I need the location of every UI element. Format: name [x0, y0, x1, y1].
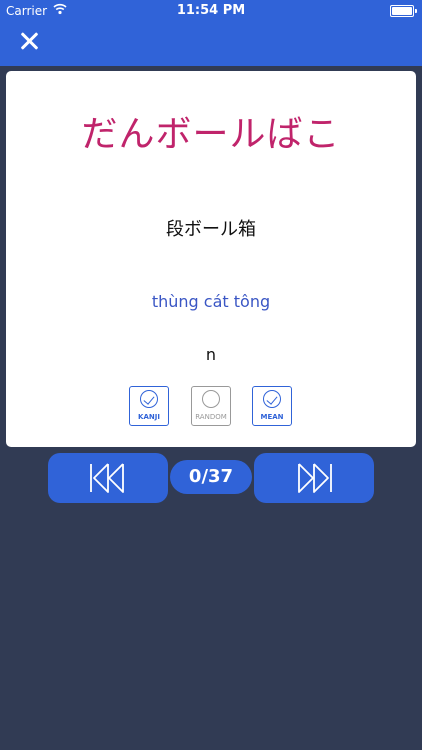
flashcard[interactable]: だんボールばこ 段ボール箱 thùng cát tông n KANJI RAN…	[6, 71, 416, 447]
close-icon[interactable]	[12, 24, 48, 60]
check-circle-icon	[140, 390, 158, 408]
card-counter: 0/37	[170, 460, 252, 494]
mean-toggle[interactable]: MEAN	[252, 386, 292, 426]
kanji-toggle[interactable]: KANJI	[129, 386, 169, 426]
previous-button[interactable]	[48, 453, 168, 503]
battery-icon	[390, 5, 417, 17]
check-circle-icon	[263, 390, 281, 408]
empty-circle-icon	[202, 390, 220, 408]
word-kanji: 段ボール箱	[166, 219, 256, 240]
word-meaning: thùng cát tông	[151, 292, 271, 311]
random-toggle-label: RANDOM	[195, 413, 227, 421]
clock: 11:54 PM	[176, 3, 246, 18]
mean-toggle-label: MEAN	[260, 413, 284, 421]
word-type: n	[205, 345, 217, 364]
kanji-toggle-label: KANJI	[138, 413, 160, 421]
fast-forward-icon	[298, 463, 332, 493]
next-button[interactable]	[254, 453, 374, 503]
status-bar: Carrier 11:54 PM	[0, 0, 422, 22]
nav-bar	[0, 22, 422, 66]
word-reading: だんボールばこ	[81, 114, 341, 155]
random-toggle[interactable]: RANDOM	[191, 386, 231, 426]
rewind-icon	[90, 463, 124, 493]
